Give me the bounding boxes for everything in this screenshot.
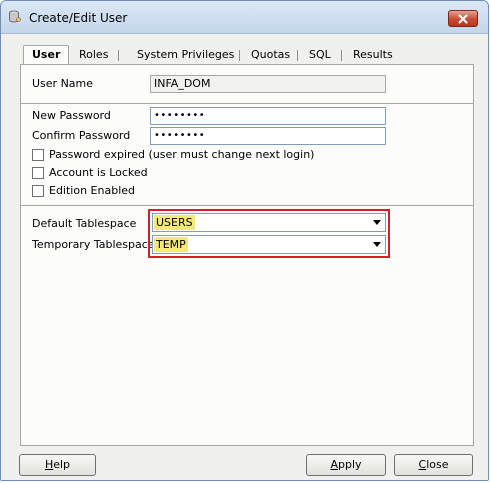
window-close-button[interactable] <box>448 10 478 27</box>
new-password-field[interactable]: •••••••• <box>150 107 386 125</box>
tab-system-privileges[interactable]: System Privileges <box>137 47 234 63</box>
default-tablespace-label: Default Tablespace <box>32 217 137 230</box>
tab-user[interactable]: User <box>23 45 70 64</box>
create-edit-user-dialog: Create/Edit User User Roles System Privi… <box>0 0 489 481</box>
account-locked-label: Account is Locked <box>49 166 148 179</box>
tab-strip: User Roles System Privileges Quotas SQL … <box>19 45 479 65</box>
password-expired-label: Password expired (user must change next … <box>49 148 315 161</box>
tab-separator <box>239 50 240 61</box>
section-divider <box>21 103 473 104</box>
password-expired-checkbox[interactable] <box>32 149 44 161</box>
help-button[interactable]: Help <box>19 454 96 476</box>
dialog-body: User Roles System Privileges Quotas SQL … <box>1 34 488 480</box>
section-divider <box>21 205 473 206</box>
new-password-label: New Password <box>32 109 111 122</box>
user-name-field[interactable]: INFA_DOM <box>150 75 386 93</box>
close-icon <box>458 14 468 23</box>
user-name-label: User Name <box>32 77 94 90</box>
window-title: Create/Edit User <box>29 11 128 25</box>
tab-sql[interactable]: SQL <box>309 47 331 63</box>
highlight-annotation <box>148 209 390 258</box>
edition-enabled-checkbox[interactable] <box>32 185 44 197</box>
tab-results[interactable]: Results <box>353 47 393 63</box>
database-user-icon <box>9 10 21 23</box>
edition-enabled-label: Edition Enabled <box>49 184 136 197</box>
confirm-password-label: Confirm Password <box>32 129 131 142</box>
confirm-password-field[interactable]: •••••••• <box>150 127 386 145</box>
account-locked-checkbox[interactable] <box>32 167 44 179</box>
title-bar[interactable]: Create/Edit User <box>1 1 488 34</box>
tab-quotas[interactable]: Quotas <box>251 47 290 63</box>
tab-roles[interactable]: Roles <box>79 47 108 63</box>
temporary-tablespace-label: Temporary Tablespace <box>32 238 155 251</box>
apply-button[interactable]: Apply <box>306 454 386 476</box>
close-button[interactable]: Close <box>394 454 473 476</box>
tab-separator <box>341 50 342 61</box>
tab-separator <box>297 50 298 61</box>
tab-separator <box>118 50 119 61</box>
